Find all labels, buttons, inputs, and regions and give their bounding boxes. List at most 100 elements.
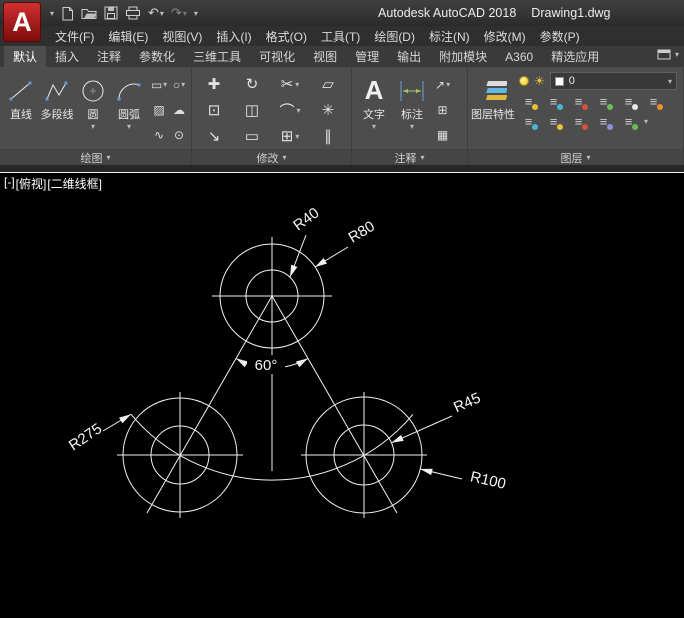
dimension-button[interactable]: 标注 ▾ bbox=[393, 69, 431, 131]
chevron-down-icon: ▾ bbox=[183, 9, 187, 18]
tab-output[interactable]: 输出 bbox=[388, 46, 430, 67]
cad-drawing[interactable]: 60° R40 R80 R275 R45 R100 bbox=[0, 173, 684, 618]
layer-more-caret-icon[interactable]: ▾ bbox=[644, 117, 648, 126]
layer-on-bulb-icon[interactable] bbox=[519, 76, 529, 86]
viewport-view-control[interactable]: [俯视] bbox=[16, 175, 47, 192]
tab-3dtools[interactable]: 三维工具 bbox=[184, 46, 250, 67]
redo-button[interactable]: ↷▾ bbox=[171, 5, 187, 21]
chevron-down-icon[interactable]: ▾ bbox=[91, 122, 95, 131]
layer-off-icon[interactable]: ≡ bbox=[519, 93, 538, 110]
ribbon-display-caret-icon[interactable]: ▾ bbox=[675, 50, 679, 59]
open-folder-icon bbox=[81, 7, 97, 20]
ribbon-display-icon[interactable] bbox=[657, 49, 671, 60]
tab-visualize[interactable]: 可视化 bbox=[250, 46, 304, 67]
modify-panel-label[interactable]: 修改▾ bbox=[192, 149, 351, 165]
rectangle-icon[interactable]: ▭▾ bbox=[149, 72, 169, 97]
viewport-visual-style-control[interactable]: [二维线框] bbox=[47, 175, 102, 192]
undo-button[interactable]: ↶▾ bbox=[148, 5, 164, 21]
layer-settings-icon[interactable]: ≡ bbox=[619, 113, 638, 130]
markup-icon[interactable]: ▦ bbox=[435, 122, 450, 147]
dim-r275-text[interactable]: R275 bbox=[66, 420, 105, 454]
menu-parametric[interactable]: 参数(P) bbox=[533, 26, 587, 47]
polyline-button[interactable]: 多段线 bbox=[39, 69, 75, 122]
menu-dimension[interactable]: 标注(N) bbox=[422, 26, 477, 47]
point-icon[interactable]: ⊙ bbox=[169, 122, 189, 147]
arc-button[interactable]: 圆弧 ▾ bbox=[111, 69, 147, 131]
trim-icon[interactable]: ✂▾ bbox=[271, 71, 309, 97]
table-icon[interactable]: ⊞ bbox=[435, 97, 450, 122]
erase-icon[interactable]: ▱ bbox=[309, 71, 347, 97]
menu-insert[interactable]: 插入(I) bbox=[209, 26, 258, 47]
rotate-icon[interactable]: ↻ bbox=[233, 71, 271, 97]
tab-a360[interactable]: A360 bbox=[496, 46, 542, 67]
layer-lock-icon[interactable]: ≡ bbox=[594, 93, 613, 110]
fillet-icon[interactable]: ⌒▾ bbox=[271, 97, 309, 123]
chevron-down-icon[interactable]: ▾ bbox=[127, 122, 131, 131]
layer-delete-icon[interactable]: ≡ bbox=[569, 113, 588, 130]
menu-format[interactable]: 格式(O) bbox=[259, 26, 314, 47]
leader-icon[interactable]: ↗▾ bbox=[435, 72, 450, 97]
chevron-down-icon[interactable]: ▾ bbox=[410, 122, 414, 131]
drawing-area[interactable]: [-] [俯视] [二维线框] bbox=[0, 172, 684, 618]
revision-cloud-icon[interactable]: ☁ bbox=[169, 97, 189, 122]
menu-draw[interactable]: 绘图(D) bbox=[367, 26, 422, 47]
annotation-panel-label[interactable]: 注释▾ bbox=[352, 149, 467, 165]
menu-view[interactable]: 视图(V) bbox=[155, 26, 209, 47]
layer-match-icon[interactable]: ≡ bbox=[619, 93, 638, 110]
text-button[interactable]: A 文字 ▾ bbox=[355, 69, 393, 131]
center-lines[interactable] bbox=[117, 237, 427, 518]
qat-customize-caret-icon[interactable]: ▾ bbox=[194, 9, 198, 18]
layer-freeze-icon[interactable]: ≡ bbox=[569, 93, 588, 110]
layer-isolate-icon[interactable]: ≡ bbox=[544, 93, 563, 110]
layer-fade-icon[interactable]: ≡ bbox=[594, 113, 613, 130]
tab-view[interactable]: 视图 bbox=[304, 46, 346, 67]
ellipse-icon[interactable]: ○▾ bbox=[169, 72, 189, 97]
menu-file[interactable]: 文件(F) bbox=[48, 26, 101, 47]
scale-icon[interactable]: ▭ bbox=[233, 123, 271, 149]
explode-icon[interactable]: ✳ bbox=[309, 97, 347, 123]
dim-r80-text[interactable]: R80 bbox=[346, 218, 378, 247]
menu-tools[interactable]: 工具(T) bbox=[314, 26, 367, 47]
layers-panel-label[interactable]: 图层▾ bbox=[468, 149, 683, 165]
layer-walk-icon[interactable]: ≡ bbox=[644, 93, 663, 110]
save-button[interactable] bbox=[104, 6, 118, 20]
tab-home[interactable]: 默认 bbox=[4, 46, 46, 67]
tab-manage[interactable]: 管理 bbox=[346, 46, 388, 67]
viewport-menu-control[interactable]: [-] bbox=[4, 175, 15, 192]
quick-access-toolbar: ▾ ↶▾ ↷▾ ▾ bbox=[50, 5, 198, 21]
stretch-icon[interactable]: ↘ bbox=[195, 123, 233, 149]
copy-icon[interactable]: ⊡ bbox=[195, 97, 233, 123]
mirror-icon[interactable]: ◫ bbox=[233, 97, 271, 123]
tab-parametric[interactable]: 参数化 bbox=[130, 46, 184, 67]
app-menu-caret-icon[interactable]: ▾ bbox=[50, 9, 54, 18]
line-button[interactable]: 直线 bbox=[3, 69, 39, 122]
tab-annotate[interactable]: 注释 bbox=[88, 46, 130, 67]
spline-icon[interactable]: ∿ bbox=[149, 122, 169, 147]
tab-featured-apps[interactable]: 精选应用 bbox=[542, 46, 608, 67]
dim-r100-text[interactable]: R100 bbox=[469, 468, 508, 493]
dim-r40-text[interactable]: R40 bbox=[290, 204, 322, 234]
autocad-logo[interactable]: A bbox=[3, 2, 41, 42]
dim-angle-text[interactable]: 60° bbox=[255, 357, 278, 374]
dim-r45-text[interactable]: R45 bbox=[451, 390, 483, 417]
annotation-small-tools: ↗▾ ⊞ ▦ bbox=[435, 69, 450, 147]
new-file-button[interactable] bbox=[61, 6, 74, 21]
chevron-down-icon[interactable]: ▾ bbox=[372, 122, 376, 131]
circle-button[interactable]: 圆 ▾ bbox=[75, 69, 111, 131]
menu-edit[interactable]: 编辑(E) bbox=[101, 26, 155, 47]
menu-modify[interactable]: 修改(M) bbox=[477, 26, 533, 47]
open-file-button[interactable] bbox=[81, 7, 97, 20]
move-icon[interactable]: ✚ bbox=[195, 71, 233, 97]
plot-button[interactable] bbox=[125, 6, 141, 20]
layer-merge-icon[interactable]: ≡ bbox=[544, 113, 563, 130]
layer-select-dropdown[interactable]: 0 ▾ bbox=[550, 72, 677, 90]
layer-unisolate-icon[interactable]: ≡ bbox=[519, 113, 538, 130]
offset-icon[interactable]: ∥ bbox=[309, 123, 347, 149]
layer-properties-button[interactable]: 图层特性 bbox=[471, 69, 515, 122]
layer-freeze-sun-icon[interactable]: ☀ bbox=[534, 74, 545, 88]
draw-panel-label[interactable]: 绘图▾ bbox=[0, 149, 191, 165]
array-icon[interactable]: ⊞▾ bbox=[271, 123, 309, 149]
tab-insert[interactable]: 插入 bbox=[46, 46, 88, 67]
hatch-icon[interactable]: ▨ bbox=[149, 97, 169, 122]
tab-addins[interactable]: 附加模块 bbox=[430, 46, 496, 67]
